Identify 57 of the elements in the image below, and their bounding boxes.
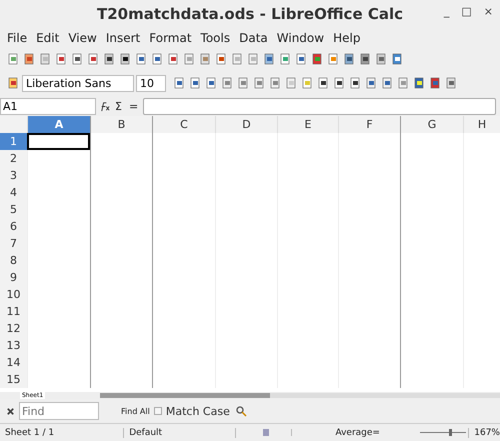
page-style-label: Default (124, 428, 236, 438)
row-header[interactable]: 15 (0, 371, 27, 388)
menu-item[interactable]: Data (235, 31, 273, 45)
column-header[interactable]: G (400, 116, 463, 133)
column-header[interactable]: D (215, 116, 277, 133)
row-header[interactable]: 4 (0, 184, 27, 201)
row-header[interactable]: 12 (0, 320, 27, 337)
row-header[interactable]: 2 (0, 150, 27, 167)
column-header[interactable]: A (27, 116, 90, 133)
column-header[interactable]: H (463, 116, 500, 133)
column-header[interactable]: B (90, 116, 152, 133)
row-header[interactable]: 6 (0, 218, 27, 235)
match-case-checkbox[interactable] (154, 407, 162, 415)
function-button[interactable]: = (126, 100, 140, 112)
column-header[interactable]: E (277, 116, 338, 133)
font-name-box[interactable]: Liberation Sans (22, 74, 134, 92)
find-all-button[interactable]: Find All (121, 406, 150, 416)
horizontal-scrollbar[interactable] (100, 393, 500, 398)
zoom-level: 167% (468, 428, 500, 438)
formula-input[interactable] (143, 98, 496, 114)
row-header[interactable]: 9 (0, 269, 27, 286)
match-case-label: Match Case (166, 404, 230, 418)
magnifier-icon[interactable] (234, 405, 247, 417)
function-wizard-icon[interactable] (99, 100, 110, 112)
document-status-icon (262, 429, 269, 436)
close-button[interactable]: × (480, 5, 496, 18)
column-header[interactable]: C (152, 116, 215, 133)
selection-summary: Average= (334, 428, 381, 438)
menu-item[interactable]: Insert (102, 31, 146, 45)
menu-item[interactable]: Format (145, 31, 197, 45)
row-header[interactable]: 3 (0, 167, 27, 184)
row-header[interactable]: 14 (0, 354, 27, 371)
zoom-slider[interactable] (418, 428, 468, 438)
find-field[interactable]: Find (19, 402, 99, 420)
font-size-box[interactable]: 10 (136, 74, 166, 92)
menu-item[interactable]: Edit (32, 31, 64, 45)
menu-item[interactable]: Help (329, 31, 366, 45)
row-header[interactable]: 1 (0, 133, 27, 150)
menu-item[interactable]: Window (272, 31, 330, 45)
window-title: T20matchdata.ods - LibreOffice Calc (96, 5, 404, 23)
active-cell[interactable] (27, 133, 90, 150)
maximize-button[interactable]: □ (458, 5, 475, 18)
name-box[interactable]: A1 (0, 98, 96, 114)
row-header[interactable]: 5 (0, 201, 27, 218)
menu-item[interactable]: File (3, 31, 32, 45)
menu-item[interactable]: Tools (196, 31, 236, 45)
row-header[interactable]: 11 (0, 303, 27, 320)
menu-item[interactable]: View (64, 31, 102, 45)
row-header[interactable]: 10 (0, 286, 27, 303)
column-header[interactable]: F (338, 116, 400, 133)
row-header[interactable]: 7 (0, 235, 27, 252)
sheet-indicator: Sheet 1 / 1 (0, 428, 124, 438)
row-header[interactable]: 13 (0, 337, 27, 354)
sum-button[interactable]: Σ (113, 100, 124, 112)
close-icon[interactable] (6, 406, 15, 416)
minimize-button[interactable]: _ (440, 5, 452, 18)
row-header[interactable]: 8 (0, 252, 27, 269)
